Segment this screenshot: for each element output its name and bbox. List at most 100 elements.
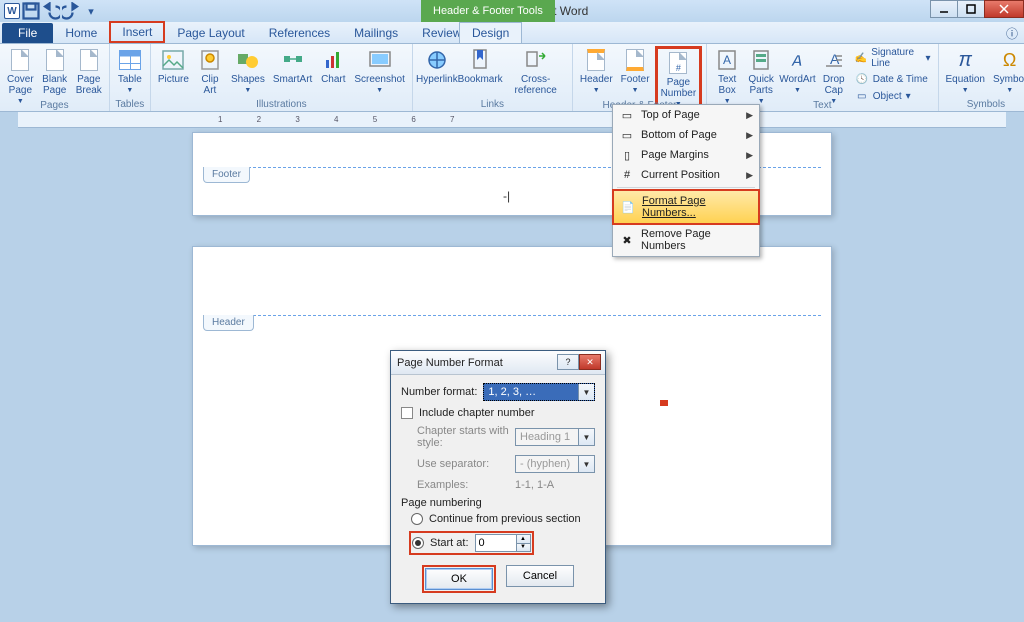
window-controls xyxy=(931,0,1024,18)
svg-text:A: A xyxy=(791,53,804,70)
minimize-button[interactable] xyxy=(930,0,958,18)
group-pages: CoverPage▼ BlankPage PageBreak Pages xyxy=(0,44,110,111)
equation-icon: π xyxy=(953,48,977,72)
screenshot-icon xyxy=(368,48,392,72)
undo-icon[interactable] xyxy=(42,2,60,20)
page-break-button[interactable]: PageBreak xyxy=(73,46,105,98)
format-page-numbers-icon: 📄 xyxy=(620,199,636,215)
group-illustrations: Picture ClipArt Shapes▼ SmartArt Chart S… xyxy=(151,44,413,111)
header-tab[interactable]: Header xyxy=(203,315,254,331)
examples-label: Examples: xyxy=(417,479,468,491)
page-margins-icon: ▯ xyxy=(619,147,635,163)
group-header-footer: Header▼ Footer▼ #PageNumber▼ Header & Fo… xyxy=(573,44,707,111)
footer-icon xyxy=(623,48,647,72)
examples-value: 1-1, 1-A xyxy=(515,479,595,491)
bookmark-button[interactable]: Bookmark xyxy=(459,46,502,87)
tab-insert[interactable]: Insert xyxy=(109,21,165,43)
object-button[interactable]: ▭Object ▾ xyxy=(852,88,934,104)
current-position-icon: # xyxy=(619,167,635,183)
menu-top-of-page[interactable]: ▭Top of Page▶ xyxy=(613,105,759,125)
chart-button[interactable]: Chart xyxy=(317,46,349,87)
dialog-close-button[interactable]: ✕ xyxy=(579,354,601,370)
dropcap-icon: A xyxy=(822,48,846,72)
maximize-button[interactable] xyxy=(957,0,985,18)
tab-page-layout[interactable]: Page Layout xyxy=(165,23,256,43)
svg-text:A: A xyxy=(723,53,731,67)
start-at-radio[interactable] xyxy=(412,537,424,549)
wordart-icon: A xyxy=(785,48,809,72)
hyperlink-icon xyxy=(425,48,449,72)
tab-design[interactable]: Design xyxy=(459,22,522,43)
menu-format-page-numbers[interactable]: 📄FFormat Page Numbers...ormat Page Numbe… xyxy=(612,189,760,225)
spin-down-icon[interactable]: ▼ xyxy=(516,544,530,552)
ribbon-tabs: File Home Insert Page Layout References … xyxy=(0,22,1024,44)
spin-up-icon[interactable]: ▲ xyxy=(516,535,530,544)
cross-reference-button[interactable]: Cross-reference xyxy=(503,46,567,98)
start-at-input[interactable] xyxy=(476,535,516,551)
start-at-spinner[interactable]: ▲▼ xyxy=(475,534,531,552)
word-app-icon[interactable]: W xyxy=(4,3,20,19)
picture-button[interactable]: Picture xyxy=(155,46,192,87)
text-cursor: -| xyxy=(503,189,510,203)
redo-icon[interactable] xyxy=(62,2,80,20)
tab-mailings[interactable]: Mailings xyxy=(342,23,410,43)
close-button[interactable] xyxy=(984,0,1024,18)
quickparts-button[interactable]: QuickParts▼ xyxy=(745,46,777,107)
continue-radio[interactable] xyxy=(411,513,423,525)
shapes-button[interactable]: Shapes▼ xyxy=(228,46,268,96)
cross-reference-icon xyxy=(524,48,548,72)
remove-page-numbers-icon: ✖ xyxy=(619,232,635,248)
number-format-label: Number format: xyxy=(401,386,477,398)
equation-button[interactable]: πEquation▼ xyxy=(943,46,988,96)
page-number-menu: ▭Top of Page▶ ▭Bottom of Page▶ ▯Page Mar… xyxy=(612,104,760,257)
table-button[interactable]: Table▼ xyxy=(114,46,146,96)
menu-bottom-of-page[interactable]: ▭Bottom of Page▶ xyxy=(613,125,759,145)
svg-text:A: A xyxy=(830,51,840,67)
include-chapter-checkbox[interactable] xyxy=(401,407,413,419)
symbol-icon: Ω xyxy=(998,48,1022,72)
cover-page-icon xyxy=(8,48,32,72)
header-button[interactable]: Header▼ xyxy=(577,46,616,96)
tab-file[interactable]: File xyxy=(2,23,53,43)
smartart-button[interactable]: SmartArt xyxy=(270,46,315,87)
chevron-down-icon[interactable]: ▼ xyxy=(578,384,594,400)
clipart-icon xyxy=(198,48,222,72)
dialog-help-button[interactable]: ? xyxy=(557,354,579,370)
menu-current-position[interactable]: #Current Position▶ xyxy=(613,165,759,185)
screenshot-button[interactable]: Screenshot▼ xyxy=(351,46,408,96)
footer-button[interactable]: Footer▼ xyxy=(618,46,653,96)
help-icon[interactable]: ⓘ xyxy=(1006,25,1018,42)
symbol-button[interactable]: ΩSymbol▼ xyxy=(990,46,1024,96)
textbox-icon: A xyxy=(715,48,739,72)
text-side-buttons: ✍Signature Line ▾ 🕓Date & Time ▭Object ▾ xyxy=(852,46,934,104)
tab-home[interactable]: Home xyxy=(53,23,109,43)
group-symbols: πEquation▼ ΩSymbol▼ Symbols xyxy=(939,44,1024,111)
textbox-button[interactable]: ATextBox▼ xyxy=(711,46,743,107)
hyperlink-button[interactable]: Hyperlink xyxy=(417,46,457,87)
cover-page-button[interactable]: CoverPage▼ xyxy=(4,46,37,107)
start-at-label: Start at: xyxy=(430,537,469,549)
blank-page-button[interactable]: BlankPage xyxy=(39,46,71,98)
datetime-icon: 🕓 xyxy=(855,72,869,86)
table-icon xyxy=(118,48,142,72)
save-icon[interactable] xyxy=(22,2,40,20)
footer-tab[interactable]: Footer xyxy=(203,167,250,183)
separator-label: Use separator: xyxy=(417,458,489,470)
clipart-button[interactable]: ClipArt xyxy=(194,46,226,98)
separator-select: - (hyphen)▼ xyxy=(515,455,595,473)
ok-button[interactable]: OK xyxy=(425,568,493,590)
bookmark-icon xyxy=(468,48,492,72)
tab-references[interactable]: References xyxy=(257,23,342,43)
dropcap-button[interactable]: ADropCap▼ xyxy=(818,46,850,107)
date-time-button[interactable]: 🕓Date & Time xyxy=(852,71,934,87)
cancel-button[interactable]: Cancel xyxy=(506,565,574,587)
menu-page-margins[interactable]: ▯Page Margins▶ xyxy=(613,145,759,165)
dialog-title-bar[interactable]: Page Number Format ? ✕ xyxy=(391,351,605,375)
number-format-select[interactable]: 1, 2, 3, …▼ xyxy=(483,383,595,401)
menu-remove-page-numbers[interactable]: ✖Remove Page Numbers xyxy=(613,224,759,256)
menu-separator xyxy=(617,187,755,188)
qat-customize-icon[interactable]: ▾ xyxy=(82,2,100,20)
signature-line-button[interactable]: ✍Signature Line ▾ xyxy=(852,46,934,70)
signature-icon: ✍ xyxy=(855,51,867,65)
wordart-button[interactable]: AWordArt▼ xyxy=(779,46,816,96)
